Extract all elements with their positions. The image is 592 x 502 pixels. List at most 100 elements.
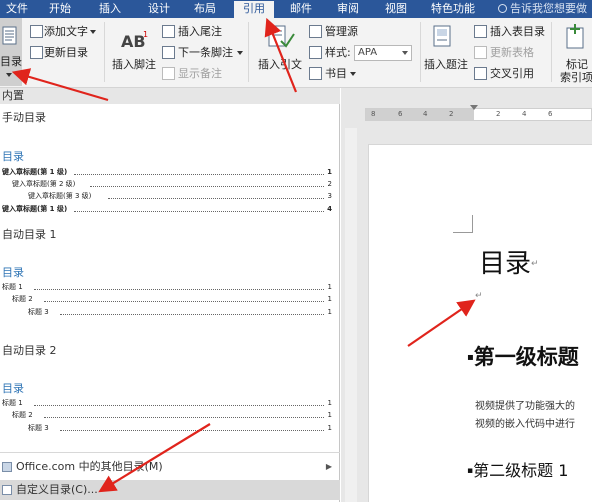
custom-toc-label: 自定义目录(C)... bbox=[16, 483, 98, 496]
toc-preview-line[interactable]: 键入章标题(第 3 级) 3 bbox=[28, 192, 332, 201]
superscript-icon: 1 bbox=[143, 30, 149, 39]
custom-toc-icon bbox=[2, 485, 12, 495]
horizontal-ruler[interactable]: 8 6 4 2 2 4 6 bbox=[365, 105, 592, 121]
update-toc-icon bbox=[30, 46, 43, 59]
style-icon bbox=[309, 46, 322, 59]
cross-reference-icon bbox=[474, 67, 487, 80]
insert-citation-button[interactable]: 插入引文 bbox=[258, 58, 302, 71]
show-notes-button[interactable]: 显示备注 bbox=[178, 67, 222, 80]
insert-endnote-button[interactable]: 插入尾注 bbox=[178, 25, 222, 38]
update-table-icon bbox=[474, 46, 487, 59]
next-footnote-button[interactable]: 下一条脚注 bbox=[178, 46, 233, 59]
office-icon bbox=[2, 462, 12, 472]
mark-entry-icon bbox=[566, 24, 584, 49]
add-text-button[interactable]: 添加文字 bbox=[44, 25, 88, 38]
update-table-button[interactable]: 更新表格 bbox=[490, 46, 534, 59]
group-separator bbox=[248, 22, 249, 82]
body-text-line[interactable]: 视频的嵌入代码中进行 bbox=[475, 415, 575, 430]
tab-references[interactable]: 引用 bbox=[234, 1, 274, 18]
insert-table-of-figures-button[interactable]: 插入表目录 bbox=[490, 25, 545, 38]
insert-table-of-figures-icon bbox=[474, 25, 487, 38]
tell-me-box[interactable]: 告诉我您想要做 bbox=[498, 1, 587, 18]
insert-footnote-button[interactable]: 插入脚注 bbox=[112, 58, 156, 71]
ruler-margin bbox=[366, 109, 474, 120]
tab-special-features[interactable]: 特色功能 bbox=[424, 1, 482, 18]
bullet-marker: ▪ bbox=[467, 352, 474, 363]
paragraph-mark: ↵ bbox=[531, 259, 539, 269]
heading-level-2[interactable]: ▪第二级标题 1 bbox=[467, 457, 568, 481]
style-select-value: APA bbox=[358, 47, 378, 58]
toc-preview-line[interactable]: 标题 21 bbox=[12, 411, 332, 420]
custom-toc-menu-item[interactable]: 自定义目录(C)... bbox=[0, 480, 340, 500]
toc-preview-line[interactable]: 标题 31 bbox=[28, 424, 332, 433]
chevron-right-icon: ▶ bbox=[325, 462, 332, 471]
gallery-item-title[interactable]: 自动目录 2 bbox=[2, 342, 57, 358]
chevron-down-icon bbox=[350, 72, 356, 76]
heading-level-1[interactable]: ▪第一级标题 bbox=[467, 341, 579, 371]
tab-home[interactable]: 开始 bbox=[42, 1, 78, 18]
insert-caption-button[interactable]: 插入题注 bbox=[424, 58, 468, 71]
toc-preview-line[interactable]: 键入章标题(第 2 级) 2 bbox=[12, 180, 332, 189]
toc-preview-heading: 目录 bbox=[2, 150, 24, 163]
chevron-down-icon bbox=[90, 30, 96, 34]
tab-view[interactable]: 视图 bbox=[378, 1, 414, 18]
ruler-mark: 2 bbox=[449, 110, 454, 118]
tab-insert[interactable]: 插入 bbox=[92, 1, 128, 18]
insert-caption-icon bbox=[433, 25, 451, 47]
document-title[interactable]: 目录 bbox=[479, 243, 531, 280]
ruler-mark: 8 bbox=[371, 110, 376, 118]
manage-sources-icon bbox=[309, 25, 322, 38]
toc-preview-line[interactable]: 标题 21 bbox=[12, 295, 332, 304]
more-toc-menu-item[interactable]: Office.com 中的其他目录(M) ▶ bbox=[0, 457, 340, 477]
toc-preview-line[interactable]: 标题 11 bbox=[2, 399, 332, 408]
ruler-mark: 2 bbox=[496, 110, 501, 118]
toc-gallery-dropdown: 内置 手动目录 目录 键入章标题(第 1 级) 1 键入章标题(第 2 级) 2 键… bbox=[0, 88, 340, 502]
tab-design[interactable]: 设计 bbox=[141, 1, 177, 18]
chevron-down-icon bbox=[6, 73, 12, 77]
chevron-down-icon bbox=[237, 51, 243, 55]
mark-entry-line1[interactable]: 标记 bbox=[566, 58, 588, 71]
ruler-mark: 4 bbox=[423, 110, 428, 118]
body-text-line[interactable]: 视频提供了功能强大的 bbox=[475, 397, 575, 412]
toc-preview-heading: 目录 bbox=[2, 266, 24, 279]
insert-citation-icon bbox=[268, 25, 295, 48]
tab-layout[interactable]: 布局 bbox=[187, 1, 223, 18]
document-page[interactable]: 目录 ↵ ↵ ▪第一级标题 视频提供了功能强大的 视频的嵌入代码中进行 ▪第二级… bbox=[368, 144, 592, 502]
ruler-mark: 6 bbox=[548, 110, 553, 118]
tab-file[interactable]: 文件 bbox=[0, 1, 34, 18]
tab-mailings[interactable]: 邮件 bbox=[283, 1, 319, 18]
style-select[interactable]: APA bbox=[354, 45, 412, 61]
indent-marker-icon[interactable] bbox=[470, 105, 478, 110]
style-label: 样式: bbox=[325, 46, 351, 59]
lightbulb-icon bbox=[498, 4, 507, 13]
toc-preview-line[interactable]: 键入章标题(第 1 级) 1 bbox=[2, 168, 332, 177]
gallery-item-title[interactable]: 手动目录 bbox=[2, 109, 46, 125]
chevron-down-icon bbox=[402, 51, 408, 55]
toc-button[interactable]: 目录 bbox=[0, 18, 22, 86]
tab-review[interactable]: 审阅 bbox=[330, 1, 366, 18]
more-toc-label: Office.com 中的其他目录(M) bbox=[16, 460, 163, 473]
gallery-section-header: 内置 bbox=[0, 88, 340, 104]
bibliography-button[interactable]: 书目 bbox=[325, 67, 347, 80]
show-notes-icon bbox=[162, 67, 175, 80]
insert-endnote-icon bbox=[162, 25, 175, 38]
vertical-ruler bbox=[345, 128, 357, 502]
ruler-mark: 6 bbox=[398, 110, 403, 118]
group-separator bbox=[420, 22, 421, 82]
cross-reference-button[interactable]: 交叉引用 bbox=[490, 67, 534, 80]
gallery-item-title[interactable]: 自动目录 1 bbox=[2, 226, 57, 242]
toc-preview-line[interactable]: 标题 31 bbox=[28, 308, 332, 317]
manage-sources-button[interactable]: 管理源 bbox=[325, 25, 358, 38]
update-toc-button[interactable]: 更新目录 bbox=[44, 46, 88, 59]
paragraph-mark: ↵ bbox=[475, 291, 483, 301]
toc-preview-heading: 目录 bbox=[2, 382, 24, 395]
toc-preview-line[interactable]: 标题 11 bbox=[2, 283, 332, 292]
tell-me-text: 告诉我您想要做 bbox=[510, 2, 587, 15]
group-separator bbox=[104, 22, 105, 82]
insert-footnote-icon: AB bbox=[121, 32, 146, 51]
toc-preview-line[interactable]: 键入章标题(第 1 级) 4 bbox=[2, 205, 332, 214]
ribbon: 目录 添加文字 更新目录 AB 1 插入脚注 插入尾注 下一条脚注 显示备注 插… bbox=[0, 18, 592, 88]
next-footnote-icon bbox=[162, 46, 175, 59]
mark-entry-line2[interactable]: 索引项 bbox=[560, 71, 592, 84]
toc-icon bbox=[2, 26, 17, 45]
